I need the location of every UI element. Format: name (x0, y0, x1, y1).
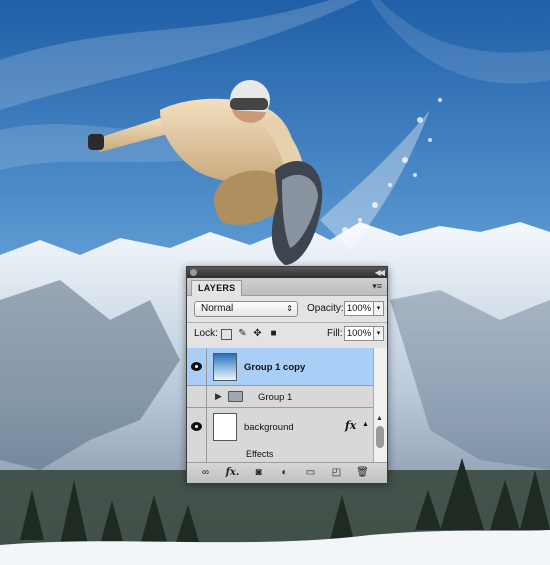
fill-label: Fill: (327, 328, 343, 339)
panel-titlebar[interactable]: ◀◀ (187, 267, 387, 278)
lock-icon[interactable]: ■ (268, 328, 279, 339)
panel-bottom-bar: ∞ fx. ◙ ◐ ▭ ◰ 🗑 (187, 462, 387, 483)
mask-icon[interactable]: ◙ (251, 466, 266, 479)
visibility-toggle[interactable] (187, 408, 207, 446)
visibility-toggle[interactable] (187, 348, 207, 385)
collapse-icon[interactable]: ◀◀ (375, 267, 385, 278)
effects-label: Effects (246, 449, 274, 459)
scroll-up-icon[interactable]: ▲ (376, 415, 383, 422)
fx-icon[interactable]: fx (345, 419, 356, 432)
scrollbar-thumb[interactable] (376, 426, 384, 448)
collapse-effects-icon[interactable]: ▲ (362, 421, 369, 428)
folder-icon (228, 391, 243, 402)
fill-dropdown-icon[interactable]: ▾ (374, 326, 384, 341)
chevron-updown-icon: ⇕ (286, 304, 293, 313)
layers-list: Group 1 copy ▶ Group 1 background fx ▲ E… (187, 348, 373, 462)
layer-thumbnail (213, 353, 237, 381)
close-icon[interactable] (190, 269, 197, 276)
opacity-dropdown-icon[interactable]: ▾ (374, 301, 384, 316)
lock-label: Lock: (194, 328, 218, 339)
blend-mode-select[interactable]: Normal ⇕ (194, 301, 298, 317)
expand-triangle-icon[interactable]: ▶ (215, 391, 222, 402)
layer-row-background[interactable]: background fx ▲ (187, 408, 373, 446)
layer-name: Group 1 (258, 392, 293, 403)
layer-row-group-1-copy[interactable]: Group 1 copy (187, 348, 373, 386)
eye-icon (191, 422, 202, 431)
lock-transparent-pixels-icon[interactable] (221, 329, 232, 340)
blend-opacity-row: Normal ⇕ Opacity: 100% ▾ (187, 298, 387, 320)
move-icon[interactable]: ✥ (252, 328, 263, 339)
opacity-field[interactable]: 100% (344, 301, 374, 316)
fill-field[interactable]: 100% (344, 326, 374, 341)
layer-name: background (244, 422, 294, 433)
tab-layers[interactable]: LAYERS (191, 280, 243, 296)
divider (187, 322, 387, 323)
fx-icon[interactable]: fx. (225, 466, 240, 479)
layers-scrollbar[interactable]: ▲ (373, 348, 387, 462)
new-layer-icon[interactable]: ◰ (329, 466, 344, 479)
layer-thumbnail (213, 413, 237, 441)
lock-row: Lock: ✎ ✥ ■ Fill: 100% ▾ (187, 324, 387, 344)
panel-tab-row: LAYERS ▾≡ (187, 278, 387, 296)
effects-row[interactable]: Effects (187, 446, 373, 462)
visibility-toggle[interactable] (187, 446, 207, 462)
folder-icon[interactable]: ▭ (303, 466, 318, 479)
trash-icon[interactable]: 🗑 (355, 466, 370, 479)
brush-icon[interactable]: ✎ (237, 328, 248, 339)
link-icon[interactable]: ∞ (198, 466, 213, 479)
eye-icon (191, 361, 202, 371)
panel-menu-icon[interactable]: ▾≡ (372, 281, 382, 292)
blend-mode-value: Normal (201, 303, 234, 314)
adjustment-icon[interactable]: ◐ (277, 466, 292, 479)
visibility-toggle[interactable] (187, 386, 207, 407)
layer-row-group-1[interactable]: ▶ Group 1 (187, 386, 373, 408)
opacity-label: Opacity: (307, 303, 344, 314)
layer-name: Group 1 copy (244, 362, 306, 373)
layers-panel: ◀◀ LAYERS ▾≡ Normal ⇕ Opacity: 100% ▾ Lo… (186, 266, 388, 483)
